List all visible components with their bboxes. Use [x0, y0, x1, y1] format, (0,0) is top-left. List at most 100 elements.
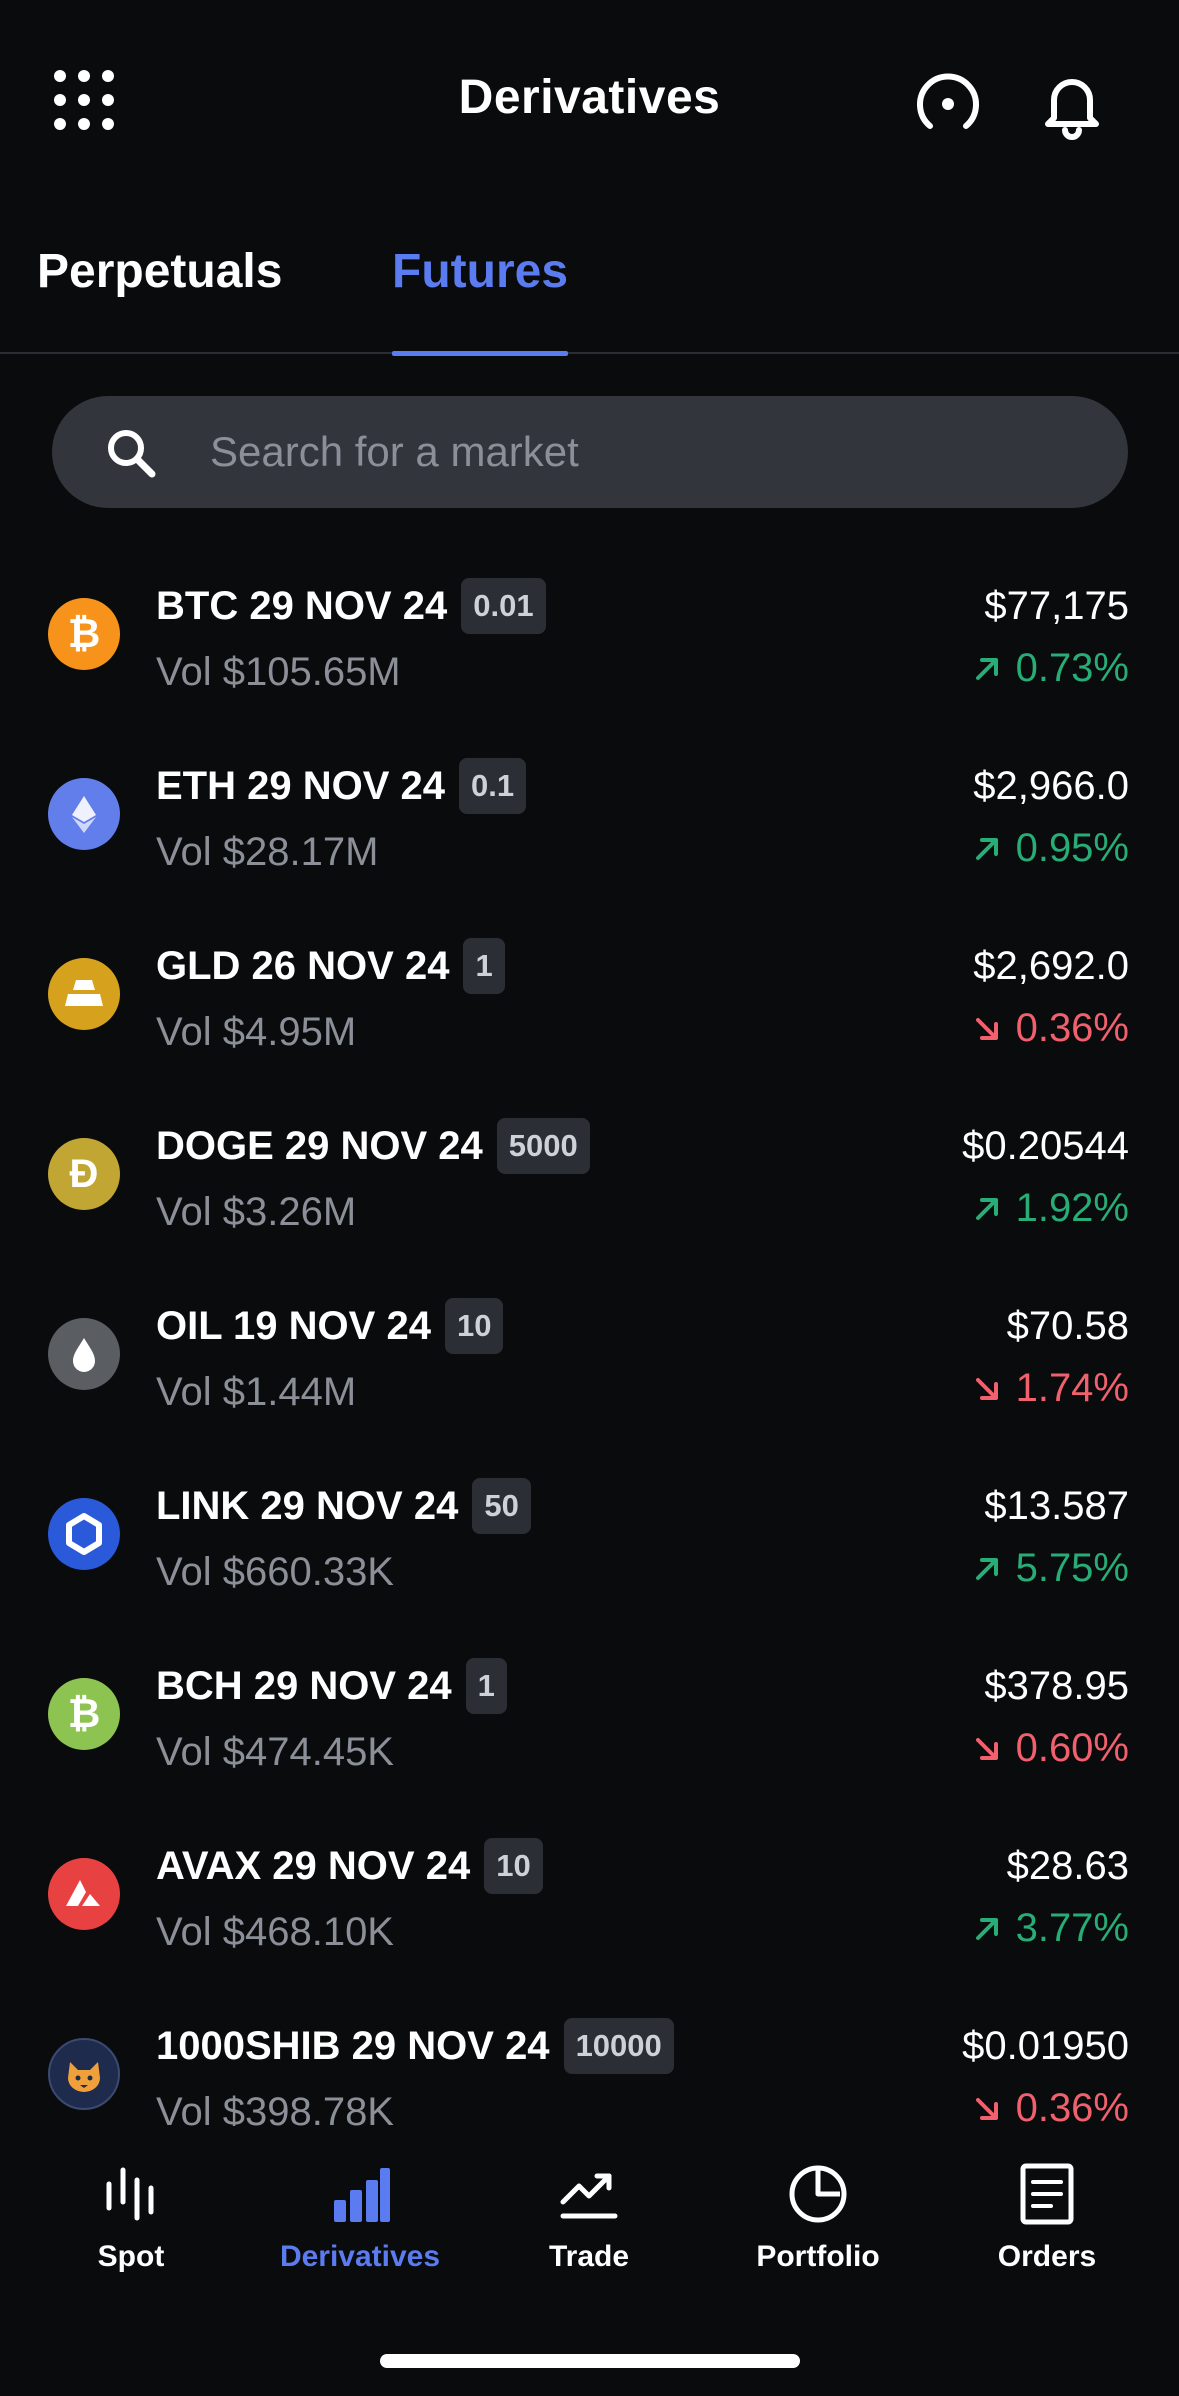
contract-size-badge: 50 [472, 1478, 531, 1534]
market-row[interactable]: ₿ BCH 29 NOV 24 1 Vol $474.45K $378.95 0.… [0, 1626, 1179, 1806]
nav-trade[interactable]: Trade [489, 2162, 689, 2274]
change-percent: 1.74% [1015, 1366, 1129, 1410]
market-row[interactable]: AVAX 29 NOV 24 10 Vol $468.10K $28.63 3.7… [0, 1806, 1179, 1986]
contract-size-badge: 10000 [563, 2018, 674, 2074]
market-row[interactable]: OIL 19 NOV 24 10 Vol $1.44M $70.58 1.74% [0, 1266, 1179, 1446]
nav-spot[interactable]: Spot [31, 2162, 231, 2274]
nav-derivatives[interactable]: Derivatives [260, 2162, 460, 2274]
change-percent: 0.95% [1015, 826, 1129, 870]
trade-chart-icon [560, 2173, 618, 2219]
bitcoin-cash-icon: ₿ [48, 1678, 120, 1750]
market-row[interactable]: GLD 26 NOV 24 1 Vol $4.95M $2,692.0 0.36% [0, 906, 1179, 1086]
arrow-up-right-icon [975, 1557, 998, 1580]
change-percent: 0.60% [1015, 1726, 1129, 1770]
portfolio-pie-icon [789, 2165, 847, 2223]
market-name: LINK 29 NOV 24 [156, 1483, 459, 1528]
bell-icon[interactable] [1036, 68, 1108, 140]
market-name: OIL 19 NOV 24 [156, 1303, 431, 1348]
nav-label: Orders [997, 2240, 1097, 2273]
home-indicator[interactable] [380, 2354, 800, 2368]
market-price: $378.95 [984, 1664, 1129, 1708]
market-row[interactable]: ₿ BTC 29 NOV 24 0.01 Vol $105.65M $77,175… [0, 546, 1179, 726]
contract-size-badge: 0.01 [461, 578, 546, 634]
market-volume: Vol $474.45K [156, 1730, 394, 1774]
nav-label: Spot [97, 2240, 165, 2273]
change-percent: 0.73% [1015, 646, 1129, 690]
bitcoin-icon: ₿ [48, 598, 120, 670]
top-bar: Derivatives [0, 0, 1179, 200]
ethereum-diamond-icon [72, 796, 96, 833]
nav-orders[interactable]: Orders [947, 2162, 1147, 2274]
market-name: ETH 29 NOV 24 [156, 763, 446, 808]
orders-document-icon [1020, 2163, 1074, 2225]
contract-size-badge: 1 [463, 938, 505, 994]
contract-size-badge: 5000 [496, 1118, 590, 1174]
market-change: 1.74% [972, 1366, 1129, 1411]
gauge-icon[interactable] [912, 68, 984, 140]
arrow-down-right-icon [975, 1737, 998, 1760]
contract-size-badge: 0.1 [459, 758, 527, 814]
market-change: 0.36% [972, 2086, 1129, 2126]
market-name: BCH 29 NOV 24 [156, 1663, 452, 1708]
shiba-inu-icon [48, 2038, 120, 2110]
market-list[interactable]: ₿ BTC 29 NOV 24 0.01 Vol $105.65M $77,175… [0, 546, 1179, 2126]
market-volume: Vol $1.44M [156, 1370, 357, 1414]
market-change: 0.36% [972, 1006, 1129, 1051]
dogecoin-icon: Ð [48, 1138, 120, 1210]
spot-icon [106, 2167, 154, 2221]
change-percent: 3.77% [1015, 1906, 1129, 1950]
market-change: 1.92% [972, 1186, 1129, 1231]
contract-size-badge: 1 [465, 1658, 507, 1714]
contract-size-badge: 10 [484, 1838, 543, 1894]
arrow-up-right-icon [975, 837, 998, 860]
market-change: 3.77% [972, 1906, 1129, 1951]
nav-portfolio[interactable]: Portfolio [718, 2162, 918, 2274]
market-price: $0.20544 [962, 1124, 1129, 1168]
search-input[interactable] [210, 396, 1070, 508]
hexagon-icon [66, 1513, 102, 1555]
tab-futures[interactable]: Futures [392, 244, 569, 356]
market-price: $13.587 [984, 1484, 1129, 1528]
arrow-down-right-icon [975, 1017, 998, 1040]
derivatives-bars-icon [334, 2168, 390, 2222]
market-change: 0.60% [972, 1726, 1129, 1771]
market-volume: Vol $660.33K [156, 1550, 394, 1594]
page-title: Derivatives [458, 71, 721, 124]
market-name: GLD 26 NOV 24 [156, 943, 450, 988]
change-percent: 1.92% [1015, 1186, 1129, 1230]
change-percent: 0.36% [1015, 2086, 1129, 2126]
market-change: 5.75% [972, 1546, 1129, 1591]
market-volume: Vol $105.65M [156, 650, 401, 694]
market-type-tabs: Perpetuals Futures [0, 210, 1179, 356]
search-bar[interactable] [52, 396, 1128, 508]
shiba-dog-icon [68, 2062, 100, 2092]
market-name: AVAX 29 NOV 24 [156, 1843, 471, 1888]
arrow-down-right-icon [975, 1377, 998, 1400]
arrow-up-right-icon [975, 1197, 998, 1220]
arrow-down-right-icon [975, 2097, 998, 2120]
market-name: DOGE 29 NOV 24 [156, 1123, 483, 1168]
gold-bars-icon [65, 980, 103, 1006]
tab-perpetuals[interactable]: Perpetuals [37, 244, 282, 354]
avalanche-icon [48, 1858, 120, 1930]
nav-label: Derivatives [279, 2240, 441, 2273]
market-row[interactable]: LINK 29 NOV 24 50 Vol $660.33K $13.587 5.… [0, 1446, 1179, 1626]
market-row[interactable]: ETH 29 NOV 24 0.1 Vol $28.17M $2,966.0 0.… [0, 726, 1179, 906]
market-price: $28.63 [1006, 1844, 1129, 1888]
nav-label: Portfolio [756, 2240, 880, 2273]
gold-icon [48, 958, 120, 1030]
market-volume: Vol $398.78K [156, 2090, 394, 2126]
change-percent: 0.36% [1015, 1006, 1129, 1050]
market-row[interactable]: 1000SHIB 29 NOV 24 10000 Vol $398.78K $0.… [0, 1986, 1179, 2126]
market-price: $0.01950 [962, 2024, 1129, 2068]
chainlink-icon [48, 1498, 120, 1570]
market-row[interactable]: Ð DOGE 29 NOV 24 5000 Vol $3.26M $0.20544… [0, 1086, 1179, 1266]
market-price: $2,692.0 [973, 944, 1129, 988]
ethereum-icon [48, 778, 120, 850]
contract-size-badge: 10 [444, 1298, 504, 1354]
drop-icon [73, 1338, 95, 1372]
market-change: 0.73% [972, 646, 1129, 691]
market-name: 1000SHIB 29 NOV 24 [156, 2023, 550, 2068]
market-volume: Vol $28.17M [156, 830, 379, 874]
arrow-up-right-icon [975, 1917, 998, 1940]
